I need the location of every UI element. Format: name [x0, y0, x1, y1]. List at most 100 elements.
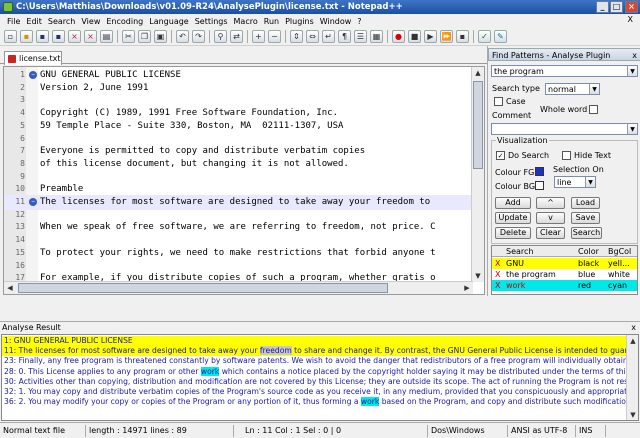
- load-button[interactable]: Load: [571, 197, 600, 209]
- new-file-icon[interactable]: ▫: [4, 30, 17, 43]
- comment-field[interactable]: ▼: [491, 123, 638, 135]
- move-down-button[interactable]: v: [536, 212, 565, 224]
- minimize-button[interactable]: _: [596, 1, 609, 13]
- redo-icon[interactable]: ↷: [192, 30, 205, 43]
- result-line[interactable]: 32: 1. You may copy and distribute verba…: [2, 387, 627, 397]
- indent-guide-icon[interactable]: ☰: [354, 30, 367, 43]
- scroll-thumb[interactable]: [473, 81, 483, 169]
- move-up-button[interactable]: ^: [536, 197, 565, 209]
- menu-help[interactable]: ?: [354, 17, 364, 26]
- chevron-down-icon[interactable]: ▼: [627, 124, 637, 134]
- undo-icon[interactable]: ↶: [176, 30, 189, 43]
- sync-h-icon[interactable]: ⇔: [306, 30, 319, 43]
- fg-color-swatch[interactable]: [535, 167, 544, 176]
- fold-marker-icon[interactable]: −: [29, 71, 37, 79]
- open-file-icon[interactable]: ▪: [20, 30, 33, 43]
- pattern-table[interactable]: Search Color BgCol X GNU black yell... X…: [491, 245, 638, 295]
- do-search-checkbox[interactable]: ✓: [496, 151, 505, 160]
- scroll-down-icon[interactable]: ▼: [472, 270, 484, 282]
- result-line[interactable]: 11: The licenses for most software are d…: [2, 346, 627, 356]
- column-header-color[interactable]: Color: [578, 246, 606, 257]
- show-all-chars-icon[interactable]: ¶: [338, 30, 351, 43]
- save-macro-icon[interactable]: ▪: [456, 30, 469, 43]
- bg-color-swatch[interactable]: [535, 181, 544, 190]
- find-icon[interactable]: ⚲: [214, 30, 227, 43]
- menu-settings[interactable]: Settings: [192, 17, 231, 26]
- replace-icon[interactable]: ⇄: [230, 30, 243, 43]
- scroll-up-icon[interactable]: ▲: [627, 335, 638, 347]
- menu-view[interactable]: View: [78, 17, 103, 26]
- menu-search[interactable]: Search: [45, 17, 78, 26]
- save-icon[interactable]: ▪: [36, 30, 49, 43]
- hide-text-checkbox[interactable]: [562, 151, 571, 160]
- play-macro-icon[interactable]: ▶: [424, 30, 437, 43]
- close-all-icon[interactable]: ×: [84, 30, 97, 43]
- scroll-right-icon[interactable]: ▶: [461, 282, 473, 294]
- table-row[interactable]: X GNU black yell...: [492, 258, 637, 269]
- sync-v-icon[interactable]: ⇕: [290, 30, 303, 43]
- scroll-down-icon[interactable]: ▼: [627, 409, 638, 420]
- horizontal-scrollbar[interactable]: ◀ ▶: [4, 281, 473, 294]
- zoom-in-icon[interactable]: +: [252, 30, 265, 43]
- vertical-scrollbar[interactable]: ▲ ▼: [626, 335, 638, 420]
- stop-macro-icon[interactable]: ■: [408, 30, 421, 43]
- selection-on-select[interactable]: line ▼: [554, 176, 596, 188]
- scroll-thumb[interactable]: [18, 283, 388, 293]
- spellcheck-icon[interactable]: ✎: [494, 30, 507, 43]
- save-all-icon[interactable]: ▪: [52, 30, 65, 43]
- close-doc-button[interactable]: X: [625, 15, 636, 24]
- table-row[interactable]: X work red cyan: [492, 280, 637, 291]
- close-window-button[interactable]: ×: [625, 1, 638, 13]
- editor[interactable]: 1− GNU GENERAL PUBLIC LICENSE 2 Version 2, …: [3, 66, 485, 295]
- chevron-down-icon[interactable]: ▼: [627, 66, 637, 76]
- analyse-result-list[interactable]: 1: GNU GENERAL PUBLIC LICENSE 11: The lic…: [1, 334, 639, 421]
- vertical-scrollbar[interactable]: ▲ ▼: [471, 67, 484, 282]
- play-multiple-icon[interactable]: ⏩: [440, 30, 453, 43]
- menu-window[interactable]: Window: [317, 17, 355, 26]
- whole-word-checkbox[interactable]: [589, 105, 598, 114]
- save-button[interactable]: Save: [571, 212, 600, 224]
- chevron-down-icon[interactable]: ▼: [585, 177, 595, 187]
- delete-button[interactable]: Delete: [495, 227, 531, 239]
- update-button[interactable]: Update: [495, 212, 531, 224]
- analyse-result-close-button[interactable]: x: [631, 322, 636, 334]
- search-type-select[interactable]: normal ▼: [545, 83, 600, 95]
- search-button[interactable]: Search: [571, 227, 602, 239]
- result-line[interactable]: 30: Activities other than copying, distr…: [2, 376, 627, 387]
- result-line[interactable]: 28: 0. This License applies to any progr…: [2, 366, 627, 377]
- column-header-search[interactable]: Search: [506, 246, 576, 257]
- menu-edit[interactable]: Edit: [23, 17, 45, 26]
- paste-icon[interactable]: ▣: [154, 30, 167, 43]
- column-header-bgcol[interactable]: BgCol: [608, 246, 637, 257]
- case-checkbox[interactable]: [494, 97, 503, 106]
- result-line[interactable]: 36: 2. You may modify your copy or copie…: [2, 397, 627, 407]
- record-macro-icon[interactable]: ●: [392, 30, 405, 43]
- copy-icon[interactable]: ❐: [138, 30, 151, 43]
- menu-plugins[interactable]: Plugins: [282, 17, 317, 26]
- scroll-left-icon[interactable]: ◀: [4, 282, 16, 294]
- result-line[interactable]: 23: Finally, any free program is threate…: [2, 356, 627, 367]
- print-icon[interactable]: ▤: [100, 30, 113, 43]
- result-line[interactable]: 1: GNU GENERAL PUBLIC LICENSE: [2, 336, 627, 346]
- menu-language[interactable]: Language: [146, 17, 191, 26]
- panel-close-button[interactable]: x: [632, 49, 637, 62]
- menu-file[interactable]: File: [4, 17, 23, 26]
- close-icon[interactable]: ×: [68, 30, 81, 43]
- menu-encoding[interactable]: Encoding: [103, 17, 146, 26]
- zoom-out-icon[interactable]: −: [268, 30, 281, 43]
- chevron-down-icon[interactable]: ▼: [589, 84, 599, 94]
- scroll-up-icon[interactable]: ▲: [472, 67, 484, 79]
- fold-marker-icon[interactable]: −: [29, 198, 37, 206]
- search-pattern-field[interactable]: the program ▼: [491, 65, 638, 77]
- cut-icon[interactable]: ✂: [122, 30, 135, 43]
- menu-run[interactable]: Run: [261, 17, 282, 26]
- add-button[interactable]: Add: [495, 197, 531, 209]
- word-wrap-icon[interactable]: ↵: [322, 30, 335, 43]
- maximize-button[interactable]: □: [610, 1, 623, 13]
- lang-icon[interactable]: ▦: [370, 30, 383, 43]
- menu-macro[interactable]: Macro: [231, 17, 261, 26]
- tab-license-txt[interactable]: license.txt: [4, 51, 62, 65]
- analyse-plugin-icon[interactable]: ✓: [478, 30, 491, 43]
- table-row[interactable]: X the program blue white: [492, 269, 637, 280]
- clear-button[interactable]: Clear: [536, 227, 565, 239]
